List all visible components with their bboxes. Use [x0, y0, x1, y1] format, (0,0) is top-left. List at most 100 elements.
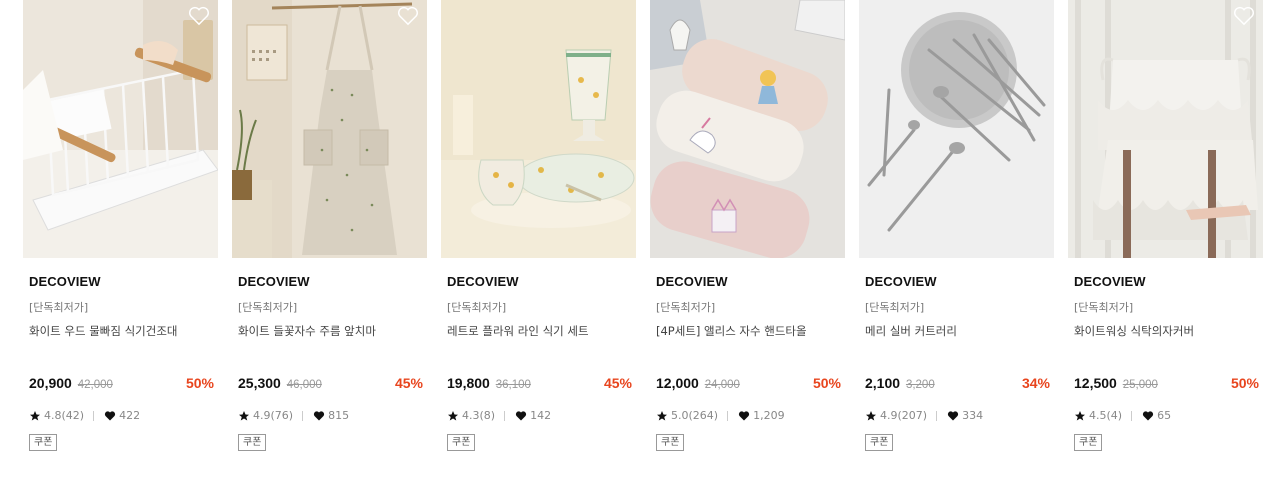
divider — [93, 410, 95, 421]
product-image-cutlery[interactable] — [859, 0, 1054, 258]
original-price: 24,000 — [704, 379, 740, 391]
product-image-chair-cover[interactable] — [1068, 0, 1263, 258]
divider — [936, 410, 938, 421]
coupon-badge: 쿠폰 — [447, 434, 476, 451]
product-stats: 4.9(76) 815 — [238, 409, 349, 422]
like-count: 815 — [328, 409, 350, 422]
star-icon — [866, 410, 876, 420]
rating: 4.8(42) — [44, 409, 85, 422]
like-count: 1,209 — [753, 409, 785, 422]
sale-price-value: 25,300 — [238, 375, 281, 391]
product-image-hand-towels[interactable] — [650, 0, 845, 258]
heart-icon — [947, 410, 959, 420]
like-count: 334 — [962, 409, 984, 422]
promo-tag: [단독최저가] — [238, 301, 298, 314]
divider — [1131, 410, 1133, 421]
product-name[interactable]: 메리 실버 커트러리 — [865, 323, 957, 339]
like-count: 65 — [1157, 409, 1172, 422]
sale-price: 20,900 42,000 — [29, 375, 113, 391]
promo-tag: [단독최저가] — [29, 301, 89, 314]
sale-price: 19,800 36,100 — [447, 375, 531, 391]
heart-icon — [104, 410, 116, 420]
original-price: 3,200 — [905, 379, 935, 391]
rating: 4.9(76) — [253, 409, 294, 422]
sale-price-value: 2,100 — [865, 375, 901, 391]
sale-price: 12,000 24,000 — [656, 375, 740, 391]
like-count: 142 — [530, 409, 552, 422]
rating: 4.5(4) — [1089, 409, 1123, 422]
sale-price-value: 20,900 — [29, 375, 72, 391]
product-card[interactable]: DECOVIEW [단독최저가] 메리 실버 커트러리 2,100 3,200 … — [859, 0, 1054, 478]
brand-name[interactable]: DECOVIEW — [238, 274, 310, 289]
discount-rate: 45% — [603, 375, 632, 391]
promo-tag: [단독최저가] — [865, 301, 925, 314]
discount-rate: 34% — [1021, 375, 1050, 391]
product-card[interactable]: DECOVIEW [단독최저가] 화이트 들꽃자수 주름 앞치마 25,300 … — [232, 0, 427, 478]
heart-icon — [1142, 410, 1154, 420]
wishlist-heart-icon[interactable] — [397, 6, 419, 26]
product-image-dish-rack[interactable] — [23, 0, 218, 258]
original-price: 42,000 — [77, 379, 113, 391]
original-price: 36,100 — [495, 379, 531, 391]
star-icon — [239, 410, 249, 420]
sale-price-value: 12,500 — [1074, 375, 1117, 391]
product-name[interactable]: 화이트 우드 물빠짐 식기건조대 — [29, 323, 178, 339]
product-card[interactable]: DECOVIEW [단독최저가] 화이트워싱 식탁의자커버 12,500 25,… — [1068, 0, 1263, 478]
star-icon — [657, 410, 667, 420]
brand-name[interactable]: DECOVIEW — [447, 274, 519, 289]
like-count: 422 — [119, 409, 141, 422]
sale-price-value: 19,800 — [447, 375, 490, 391]
promo-tag: [단독최저가] — [656, 301, 716, 314]
coupon-badge: 쿠폰 — [238, 434, 267, 451]
coupon-badge: 쿠폰 — [1074, 434, 1103, 451]
sale-price: 12,500 25,000 — [1074, 375, 1158, 391]
rating: 4.3(8) — [462, 409, 496, 422]
promo-tag: [단독최저가] — [447, 301, 507, 314]
discount-rate: 45% — [394, 375, 423, 391]
product-name[interactable]: 화이트워싱 식탁의자커버 — [1074, 323, 1194, 339]
star-icon — [448, 410, 458, 420]
original-price: 46,000 — [286, 379, 322, 391]
heart-icon — [738, 410, 750, 420]
original-price: 25,000 — [1122, 379, 1158, 391]
heart-icon — [313, 410, 325, 420]
coupon-badge: 쿠폰 — [29, 434, 58, 451]
coupon-badge: 쿠폰 — [656, 434, 685, 451]
divider — [727, 410, 729, 421]
product-image-tableware[interactable] — [441, 0, 636, 258]
rating: 5.0(264) — [671, 409, 719, 422]
product-name[interactable]: [4P세트] 앨리스 자수 핸드타올 — [656, 323, 807, 339]
product-card[interactable]: DECOVIEW [단독최저가] 레트로 플라워 라인 식기 세트 19,800… — [441, 0, 636, 478]
sale-price: 2,100 3,200 — [865, 375, 935, 391]
sale-price-value: 12,000 — [656, 375, 699, 391]
divider — [504, 410, 506, 421]
divider — [302, 410, 304, 421]
product-card[interactable]: DECOVIEW [단독최저가] 화이트 우드 물빠짐 식기건조대 20,900… — [23, 0, 218, 478]
wishlist-heart-icon[interactable] — [1233, 6, 1255, 26]
brand-name[interactable]: DECOVIEW — [29, 274, 101, 289]
product-card[interactable]: DECOVIEW [단독최저가] [4P세트] 앨리스 자수 핸드타올 12,0… — [650, 0, 845, 478]
product-grid: DECOVIEW [단독최저가] 화이트 우드 물빠짐 식기건조대 20,900… — [0, 0, 1268, 478]
discount-rate: 50% — [1230, 375, 1259, 391]
rating: 4.9(207) — [880, 409, 928, 422]
heart-icon — [515, 410, 527, 420]
product-name[interactable]: 화이트 들꽃자수 주름 앞치마 — [238, 323, 376, 339]
star-icon — [30, 410, 40, 420]
brand-name[interactable]: DECOVIEW — [656, 274, 728, 289]
discount-rate: 50% — [185, 375, 214, 391]
brand-name[interactable]: DECOVIEW — [865, 274, 937, 289]
product-name[interactable]: 레트로 플라워 라인 식기 세트 — [447, 323, 589, 339]
star-icon — [1075, 410, 1085, 420]
product-stats: 4.9(207) 334 — [865, 409, 983, 422]
product-stats: 4.3(8) 142 — [447, 409, 551, 422]
sale-price: 25,300 46,000 — [238, 375, 322, 391]
product-image-apron[interactable] — [232, 0, 427, 258]
product-stats: 5.0(264) 1,209 — [656, 409, 785, 422]
promo-tag: [단독최저가] — [1074, 301, 1134, 314]
wishlist-heart-icon[interactable] — [188, 6, 210, 26]
discount-rate: 50% — [812, 375, 841, 391]
brand-name[interactable]: DECOVIEW — [1074, 274, 1146, 289]
product-stats: 4.5(4) 65 — [1074, 409, 1171, 422]
product-stats: 4.8(42) 422 — [29, 409, 140, 422]
coupon-badge: 쿠폰 — [865, 434, 894, 451]
